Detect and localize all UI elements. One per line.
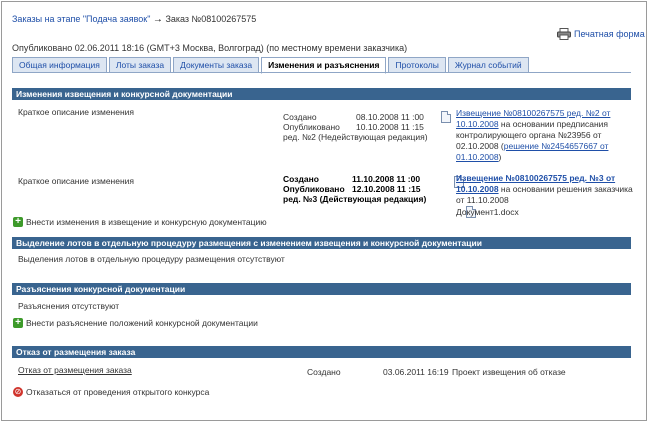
plus-icon: +	[13, 217, 23, 227]
tab-lots[interactable]: Лоты заказа	[108, 57, 172, 73]
lots-section-header: Выделение лотов в отдельную процедуру ра…	[12, 237, 631, 249]
refusal-link[interactable]: Отказ от размещения заказа	[18, 365, 132, 375]
tab-general[interactable]: Общая информация	[12, 57, 107, 73]
add-clarification-label[interactable]: Внести разъяснение положений конкурсной …	[26, 318, 258, 328]
refusal-section-header: Отказ от размещения заказа	[12, 346, 631, 358]
change-2-notice: Извещение №08100267575 ред. №3 от 10.10.…	[456, 173, 633, 205]
breadcrumb: Заказы на этапе "Подача заявок" → Заказ …	[12, 14, 256, 25]
change-2-desc: Краткое описание изменения	[18, 176, 135, 186]
print-form-link[interactable]: Печатная форма	[557, 28, 645, 40]
breadcrumb-arrow: →	[152, 14, 163, 25]
published-info: Опубликовано 02.06.2011 18:16 (GMT+3 Мос…	[12, 43, 408, 53]
plus-icon: +	[13, 318, 23, 328]
change-1-created-label: Создано	[283, 112, 317, 122]
change-2-published: 12.10.2008 11 :15	[352, 184, 421, 194]
cancel-contest-action[interactable]: ⊘ Отказаться от проведения открытого кон…	[13, 387, 209, 397]
print-form-label[interactable]: Печатная форма	[574, 29, 645, 39]
stop-icon: ⊘	[13, 387, 23, 397]
change-1-desc: Краткое описание изменения	[18, 107, 135, 117]
lots-empty-text: Выделения лотов в отдельную процедуру ра…	[18, 254, 285, 264]
change-2-edition: ред. №3 (Действующая редакция)	[283, 194, 427, 204]
clarifications-empty-text: Разъяснения отсутствуют	[18, 301, 120, 311]
printer-icon	[557, 28, 571, 40]
refusal-created-label: Создано	[307, 367, 341, 377]
add-changes-action[interactable]: + Внести изменения в извещение и конкурс…	[13, 217, 267, 227]
breadcrumb-stage-link[interactable]: Заказы на этапе "Подача заявок"	[12, 14, 150, 24]
change-1-published-label: Опубликовано	[283, 122, 340, 132]
change-2-doc-link[interactable]: Документ1.docx	[456, 207, 519, 217]
add-clarification-action[interactable]: + Внести разъяснение положений конкурсно…	[13, 318, 258, 328]
change-2-created: 11.10.2008 11 :00	[352, 174, 421, 184]
document-icon	[441, 111, 451, 123]
tab-event-log[interactable]: Журнал событий	[447, 57, 529, 73]
tab-protocols[interactable]: Протоколы	[388, 57, 446, 73]
change-1-published: 10.10.2008 11 :15	[356, 122, 424, 132]
change-1-created: 08.10.2008 11 :00	[356, 112, 424, 122]
tab-documents[interactable]: Документы заказа	[173, 57, 260, 73]
cancel-contest-label[interactable]: Отказаться от проведения открытого конку…	[26, 387, 209, 397]
add-changes-label[interactable]: Внести изменения в извещение и конкурсну…	[26, 217, 267, 227]
change-2-created-label: Создано	[283, 174, 319, 184]
change-1-edition: ред. №2 (Недействующая редакция)	[283, 132, 428, 142]
clarifications-section-header: Разъяснения конкурсной документации	[12, 283, 631, 295]
refusal-created: 03.06.2011 16:19	[383, 367, 449, 377]
breadcrumb-order: Заказ №08100267575	[165, 14, 257, 24]
refusal-project-link[interactable]: Проект извещения об отказе	[452, 367, 566, 377]
change-2-published-label: Опубликовано	[283, 184, 345, 194]
tab-divider	[12, 72, 631, 73]
change-1-notice: Извещение №08100267575 ред. №2 от 10.10.…	[456, 108, 611, 162]
changes-section-header: Изменения извещения и конкурсной докумен…	[12, 88, 631, 100]
